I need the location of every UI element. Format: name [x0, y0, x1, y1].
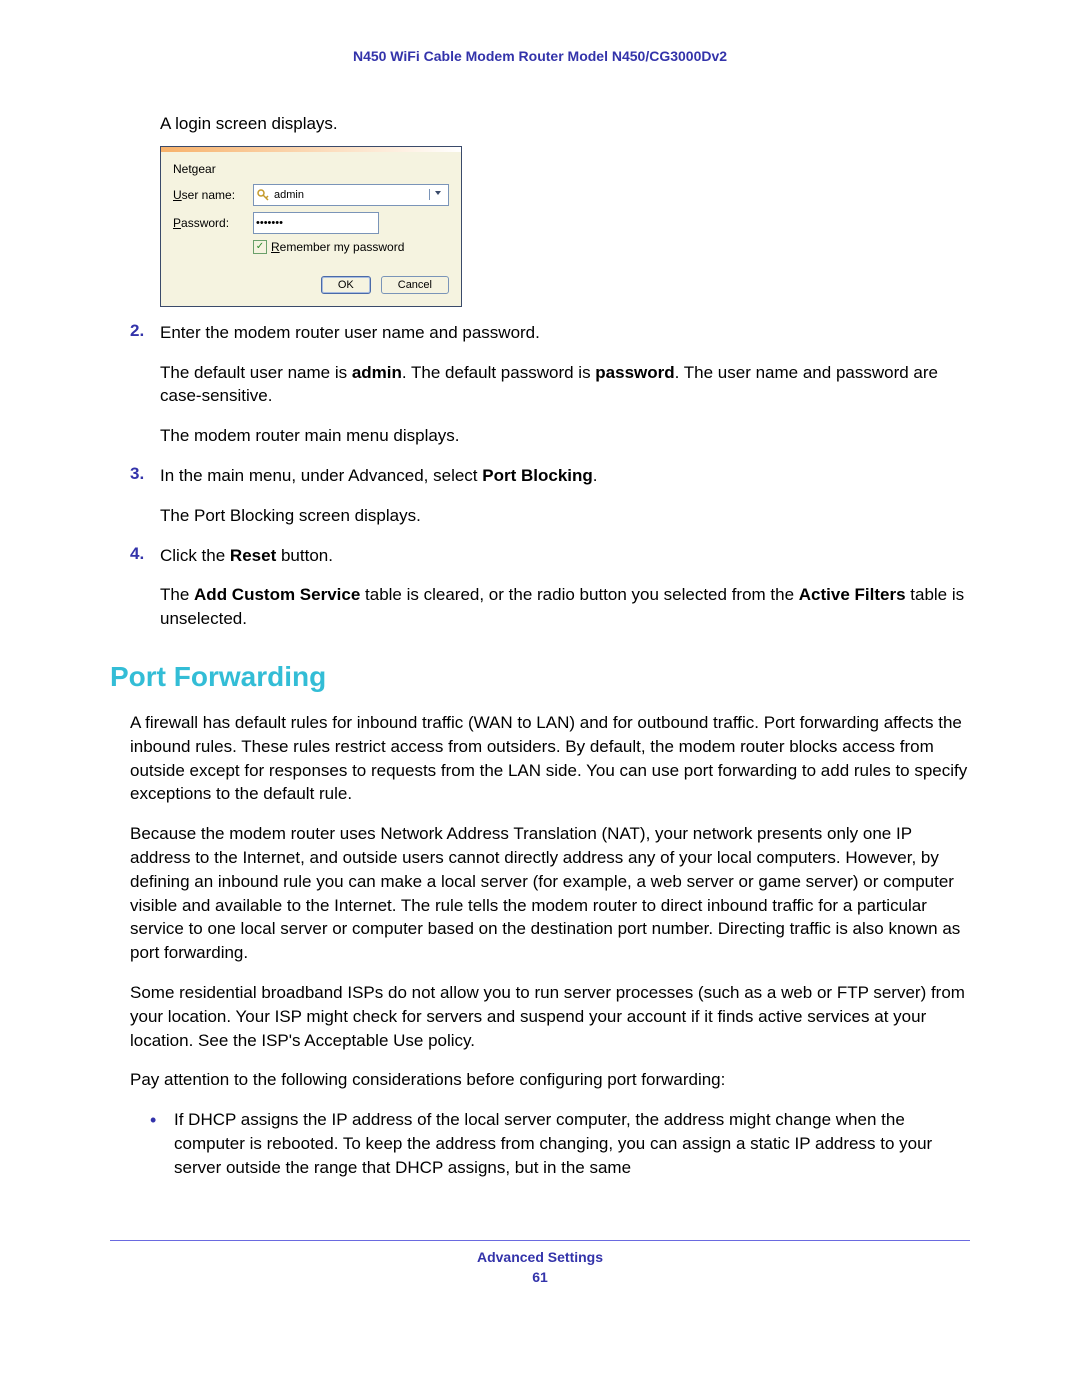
step-number: 3.: [130, 464, 144, 484]
intro-text: A login screen displays.: [160, 112, 970, 136]
body-paragraph: Because the modem router uses Network Ad…: [130, 822, 970, 965]
list-item: If DHCP assigns the IP address of the lo…: [150, 1108, 970, 1179]
step-item: 4. Click the Reset button. The Add Custom …: [130, 544, 970, 631]
step-paragraph: Click the Reset button.: [160, 544, 970, 568]
username-input[interactable]: admin: [253, 184, 449, 206]
dropdown-button[interactable]: [429, 189, 446, 200]
password-value: •••••••: [256, 217, 376, 229]
section-heading: Port Forwarding: [110, 661, 970, 693]
step-number: 2.: [130, 321, 144, 341]
steps-list: 2. Enter the modem router user name and p…: [130, 321, 970, 631]
body-paragraph: Pay attention to the following considera…: [130, 1068, 970, 1092]
password-input[interactable]: •••••••: [253, 212, 379, 234]
footer-section: Advanced Settings: [110, 1249, 970, 1265]
step-number: 4.: [130, 544, 144, 564]
username-value: admin: [274, 189, 429, 201]
step-paragraph: Enter the modem router user name and pas…: [160, 321, 970, 345]
cancel-button[interactable]: Cancel: [381, 276, 449, 294]
step-paragraph: The Port Blocking screen displays.: [160, 504, 970, 528]
step-paragraph: The default user name is admin. The defa…: [160, 361, 970, 409]
username-label: User name:: [173, 188, 253, 202]
ok-button[interactable]: OK: [321, 276, 371, 294]
footer-page-number: 61: [110, 1269, 970, 1285]
step-paragraph: The Add Custom Service table is cleared,…: [160, 583, 970, 631]
step-paragraph: The modem router main menu displays.: [160, 424, 970, 448]
checkbox-checked-icon: ✓: [253, 240, 267, 254]
login-brand: Netgear: [173, 162, 449, 176]
login-dialog: Netgear User name: admin Passwor: [160, 146, 462, 307]
step-paragraph: In the main menu, under Advanced, select…: [160, 464, 970, 488]
remember-label: Remember my password: [271, 240, 404, 254]
bullet-list: If DHCP assigns the IP address of the lo…: [150, 1108, 970, 1179]
body-paragraph: A firewall has default rules for inbound…: [130, 711, 970, 806]
body-paragraph: Some residential broadband ISPs do not a…: [130, 981, 970, 1052]
document-header: N450 WiFi Cable Modem Router Model N450/…: [110, 48, 970, 64]
step-item: 3. In the main menu, under Advanced, sele…: [130, 464, 970, 528]
chevron-down-icon: [434, 189, 442, 197]
key-icon: [256, 188, 270, 202]
password-label: Password:: [173, 216, 253, 230]
remember-password-checkbox[interactable]: ✓ Remember my password: [253, 240, 449, 254]
step-item: 2. Enter the modem router user name and p…: [130, 321, 970, 448]
footer: Advanced Settings 61: [110, 1240, 970, 1285]
